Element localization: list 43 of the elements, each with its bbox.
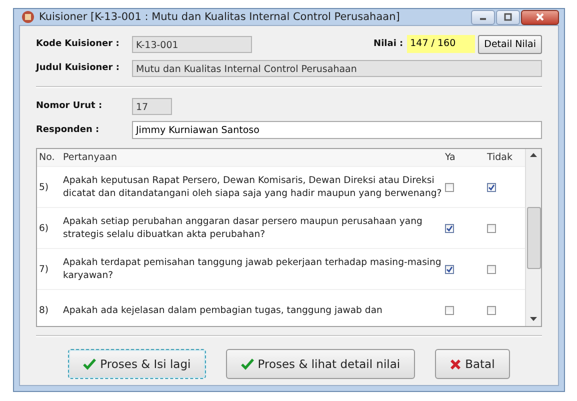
scroll-down-icon [530,317,537,322]
close-button[interactable] [521,10,559,24]
column-header[interactable]: No. [37,152,61,163]
respondent-field[interactable]: Jimmy Kurniawan Santoso [132,121,542,139]
window-title: Kuisioner [K-13-001 : Mutu dan Kualitas Internal Control Perusahaan] [39,11,401,23]
score-field[interactable]: 147 / 160 [407,35,476,53]
checkbox[interactable] [487,264,496,274]
table-cell-text: 5) [38,180,50,194]
column-header[interactable]: Pertanyaan [61,152,445,163]
table-cell-text: 6) [38,222,50,234]
minimize-button[interactable] [471,10,495,24]
checkbox[interactable] [487,182,496,192]
table-cell-text: 8) [38,304,50,316]
cross-icon [450,358,462,370]
maximize-icon [504,13,512,21]
action-button[interactable]: Proses & lihat detail nilai [226,349,416,379]
detail-button[interactable]: Detail Nilai [478,34,542,54]
check-icon [83,358,96,370]
field-label: Nomor Urut : [36,101,104,111]
action-button[interactable]: Proses & Isi lagi [68,349,206,379]
field-label: Responden : [36,125,100,135]
scrollbar[interactable] [525,149,541,326]
field-label: Judul Kuisioner : [36,63,120,73]
action-button[interactable]: Batal [435,349,510,379]
kode-field[interactable]: K-13-001 [132,36,252,52]
app-icon [21,10,35,24]
table-cell-text: 7) [38,262,50,276]
title-field[interactable]: Mutu dan Kualitas Internal Control Perusahaan [132,60,542,76]
checkbox[interactable] [445,264,454,274]
scroll-up-icon [530,153,537,158]
check-icon [240,358,254,370]
checkbox[interactable] [445,306,454,314]
column-header[interactable]: Ya [445,152,487,163]
close-icon [536,13,544,21]
field-label: Kode Kuisioner : [36,39,120,49]
column-header[interactable]: Tidak [487,152,525,163]
number-field[interactable]: 17 [132,98,172,114]
checkbox[interactable] [487,306,496,314]
checkbox[interactable] [445,182,454,192]
checkbox[interactable] [445,224,454,232]
maximize-button[interactable] [496,10,520,24]
checkbox[interactable] [487,224,496,232]
field-label: Nilai : [374,39,404,49]
